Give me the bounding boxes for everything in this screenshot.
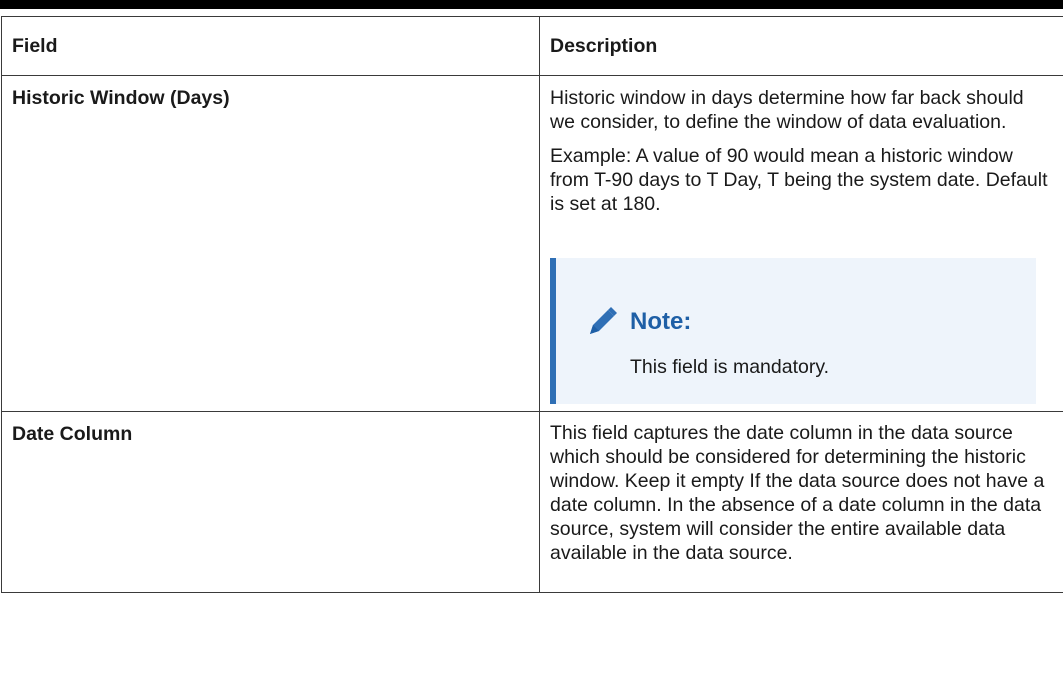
field-cell: Historic Window (Days) (1, 75, 540, 412)
description-paragraph: Example: A value of 90 would mean a hist… (550, 145, 1048, 215)
table-header-row: Field Description (1, 16, 1063, 76)
note-callout: Note: This field is mandatory. (550, 258, 1036, 404)
header-field: Field (1, 16, 540, 76)
header-description: Description (539, 16, 1063, 76)
field-name: Historic Window (Days) (12, 87, 230, 109)
description-cell: Historic window in days determine how fa… (539, 75, 1063, 412)
field-description-table: Field Description Historic Window (Days)… (1, 16, 1063, 593)
note-text: This field is mandatory. (630, 356, 830, 378)
description-paragraph: Historic window in days determine how fa… (550, 87, 1024, 133)
top-rule (0, 0, 1063, 9)
field-name: Date Column (12, 423, 133, 445)
table-row: Historic Window (Days) Historic window i… (1, 75, 1063, 412)
field-cell: Date Column (1, 411, 540, 593)
table-row: Date Column This field captures the date… (1, 411, 1063, 593)
description-cell: This field captures the date column in t… (539, 411, 1063, 593)
description-paragraph: This field captures the date column in t… (550, 422, 1045, 564)
pencil-icon (590, 307, 617, 334)
note-title: Note: (630, 308, 692, 335)
